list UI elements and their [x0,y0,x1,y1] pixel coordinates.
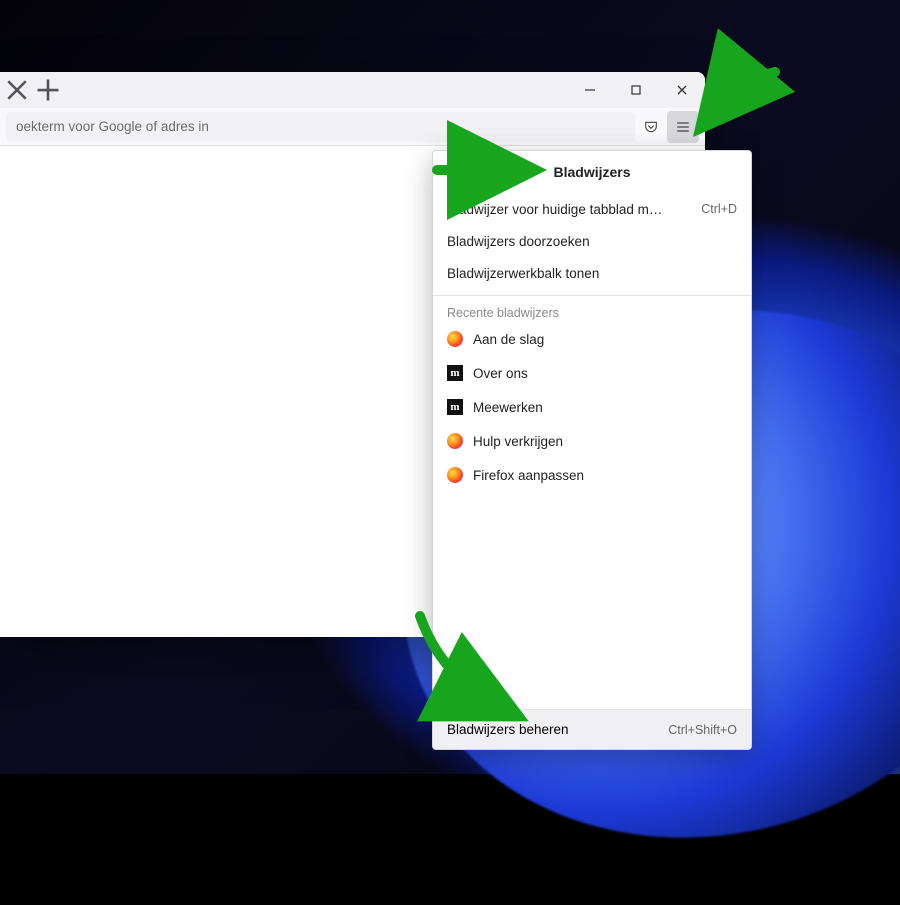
menu-item-add-bookmark[interactable]: Bladwijzer voor huidige tabblad m… Ctrl+… [433,193,751,225]
bookmarks-menu: Bladwijzers Bladwijzer voor huidige tabb… [432,150,752,750]
menu-item-label: Bladwijzerwerkbalk tonen [447,266,737,281]
bookmark-item[interactable]: m Meewerken [433,390,751,424]
bookmark-label: Firefox aanpassen [473,468,737,483]
window-minimize-button[interactable] [567,72,613,108]
bookmark-item[interactable]: Hulp verkrijgen [433,424,751,458]
menu-item-label: Bladwijzers beheren [447,722,668,737]
firefox-icon [447,331,463,347]
window-controls [567,72,705,108]
new-tab-button[interactable] [34,76,62,104]
menu-item-search-bookmarks[interactable]: Bladwijzers doorzoeken [433,225,751,257]
menu-back-button[interactable] [441,160,465,184]
window-close-button[interactable] [659,72,705,108]
recent-bookmarks-title: Recente bladwijzers [433,302,751,322]
firefox-icon [447,433,463,449]
tab-strip [0,72,705,108]
tab-close-icon[interactable] [3,76,31,104]
menu-item-show-toolbar[interactable]: Bladwijzerwerkbalk tonen [433,257,751,289]
bookmark-item[interactable]: Aan de slag [433,322,751,356]
toolbar: oekterm voor Google of adres in [0,108,705,146]
menu-item-manage-bookmarks[interactable]: Bladwijzers beheren Ctrl+Shift+O [433,709,751,749]
bookmark-label: Hulp verkrijgen [473,434,737,449]
bookmark-item[interactable]: m Over ons [433,356,751,390]
menu-item-label: Bladwijzers doorzoeken [447,234,737,249]
address-bar[interactable]: oekterm voor Google of adres in [6,112,635,142]
bookmark-label: Meewerken [473,400,737,415]
address-placeholder: oekterm voor Google of adres in [16,119,209,134]
menu-separator [433,295,751,296]
hamburger-menu-button[interactable] [667,111,699,143]
menu-title: Bladwijzers [553,164,630,180]
menu-item-shortcut: Ctrl+D [701,202,737,216]
window-maximize-button[interactable] [613,72,659,108]
site-m-icon: m [447,365,463,381]
menu-item-label: Bladwijzer voor huidige tabblad m… [447,202,691,217]
pocket-icon[interactable] [635,111,667,143]
bookmark-label: Aan de slag [473,332,737,347]
site-m-icon: m [447,399,463,415]
firefox-icon [447,467,463,483]
menu-header: Bladwijzers [433,151,751,193]
menu-item-shortcut: Ctrl+Shift+O [668,723,737,737]
bookmark-item[interactable]: Firefox aanpassen [433,458,751,492]
bookmark-label: Over ons [473,366,737,381]
